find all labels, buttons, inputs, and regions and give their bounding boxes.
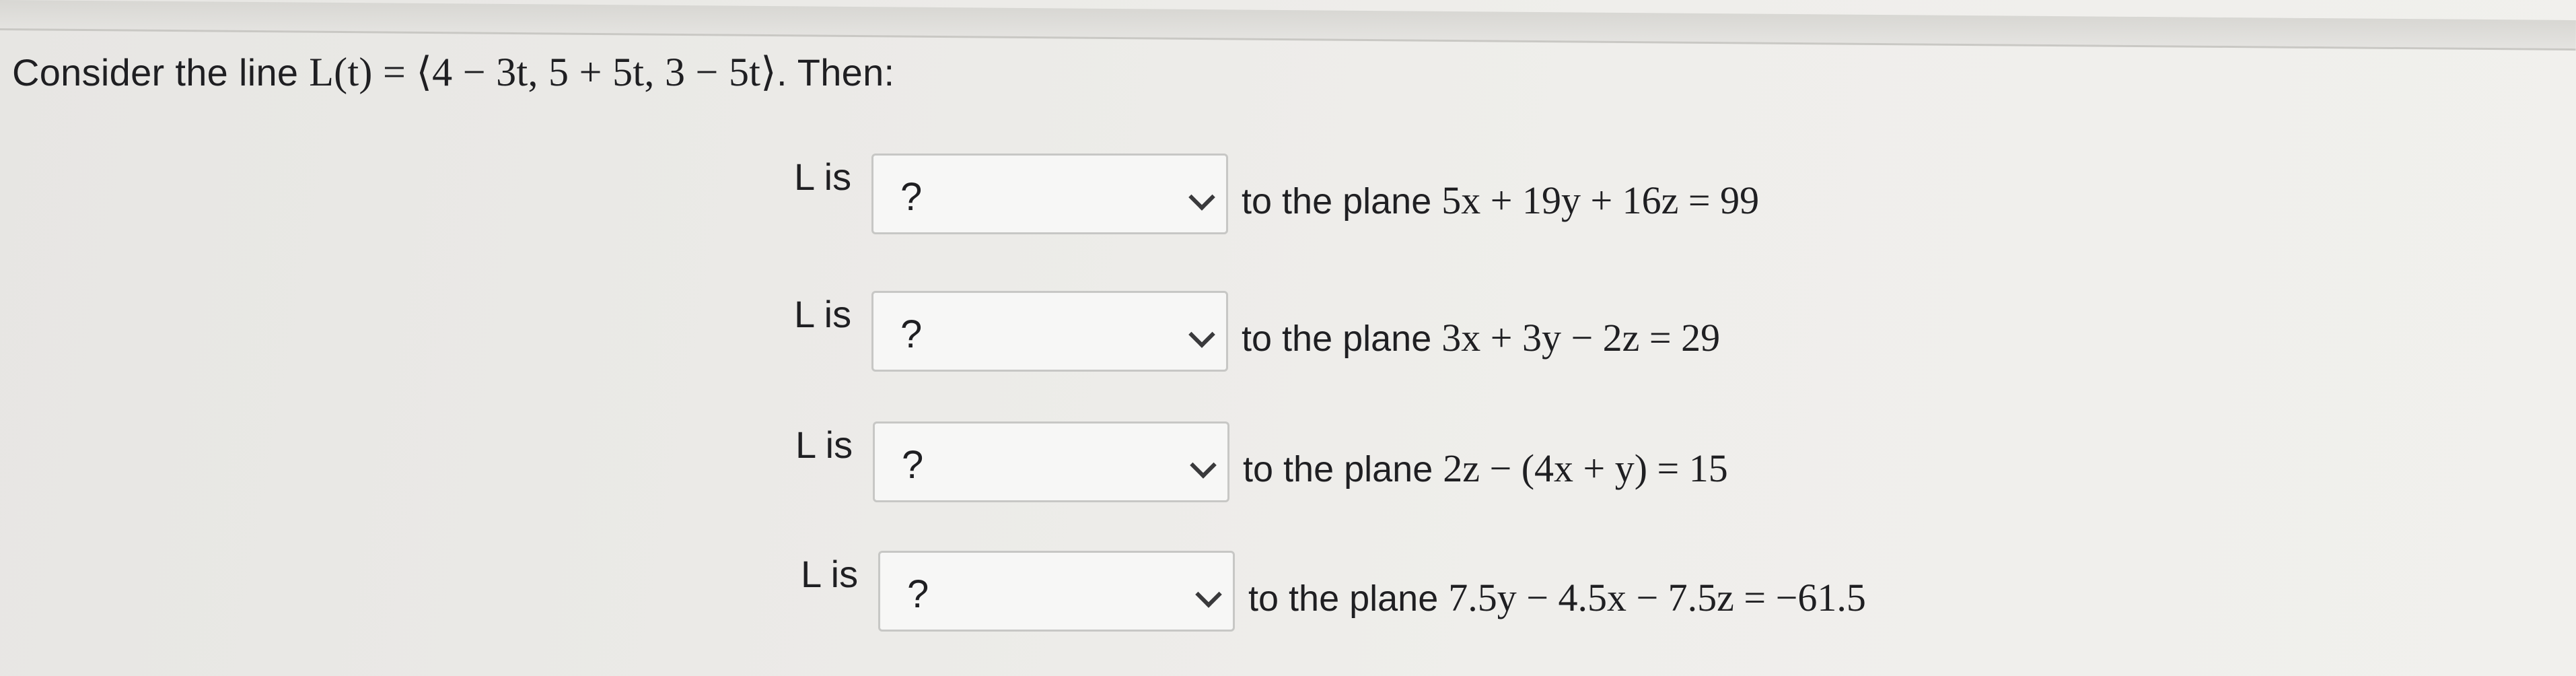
top-page-edge (0, 0, 2576, 51)
select-value: ? (900, 175, 923, 219)
plane-prefix: to the plane (1248, 578, 1439, 619)
plane-text: to the plane 3x + 3y − 2z = 29 (1242, 315, 1720, 360)
plane-equation: 3x + 3y − 2z = 29 (1441, 316, 1721, 360)
row-label: L is (794, 293, 852, 335)
plane-equation: 7.5y − 4.5x − 7.5z = −61.5 (1448, 576, 1866, 619)
relation-select[interactable]: ? (871, 154, 1228, 234)
question-text: Consider the line L(t) = ⟨4 − 3t, 5 + 5t… (12, 48, 894, 96)
plane-text: to the plane 2z − (4x + y) = 15 (1243, 446, 1728, 491)
chevron-down-icon (1188, 184, 1215, 211)
select-value: ? (902, 443, 924, 487)
question-prefix: Consider the line (12, 51, 299, 94)
row-label: L is (794, 156, 852, 198)
relation-select[interactable]: ? (871, 291, 1228, 372)
row-label: L is (801, 553, 859, 595)
plane-prefix: to the plane (1243, 449, 1433, 489)
select-value: ? (900, 312, 923, 356)
chevron-down-icon (1195, 581, 1222, 608)
question-suffix: . Then: (776, 51, 895, 94)
select-value: ? (907, 572, 929, 616)
plane-equation: 5x + 19y + 16z = 99 (1441, 178, 1760, 222)
plane-text: to the plane 7.5y − 4.5x − 7.5z = −61.5 (1248, 575, 1866, 620)
plane-equation: 2z − (4x + y) = 15 (1443, 446, 1728, 490)
row-label: L is (795, 424, 853, 466)
plane-prefix: to the plane (1242, 318, 1432, 359)
plane-text: to the plane 5x + 19y + 16z = 99 (1242, 178, 1759, 223)
line-expression: L(t) = ⟨4 − 3t, 5 + 5t, 3 − 5t⟩ (309, 50, 777, 94)
plane-prefix: to the plane (1242, 181, 1432, 222)
relation-select[interactable]: ? (873, 421, 1229, 502)
chevron-down-icon (1190, 452, 1217, 479)
chevron-down-icon (1188, 321, 1215, 348)
relation-select[interactable]: ? (878, 551, 1235, 632)
